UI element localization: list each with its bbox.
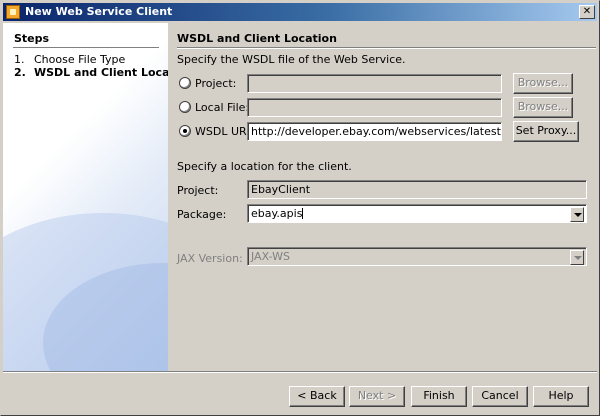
step-wsdl-and-client-location: 2. WSDL and Client Location: [14, 66, 168, 79]
cancel-button[interactable]: Cancel: [472, 386, 528, 407]
help-button[interactable]: Help: [533, 386, 589, 407]
project-radio-label: Project:: [195, 77, 237, 90]
steps-panel: Steps 1. Choose File Type 2. WSDL and Clie…: [3, 23, 168, 371]
project-browse-button[interactable]: Browse...: [513, 73, 573, 94]
client-instructions: Specify a location for the client.: [177, 160, 352, 173]
section-divider: [177, 47, 596, 49]
wsdl-url-field[interactable]: http://developer.ebay.com/webservices/la…: [247, 122, 502, 141]
dialog-window: New Web Service Client ✕ Steps 1. Choose …: [0, 0, 600, 416]
button-bar-divider: [3, 371, 597, 373]
client-project-field: EbayClient: [247, 180, 587, 199]
local-file-browse-button[interactable]: Browse...: [513, 97, 573, 118]
wsdl-url-radio[interactable]: [179, 125, 191, 137]
step-number: 2.: [14, 66, 26, 79]
netbeans-app-icon: [6, 5, 20, 19]
jax-version-combobox[interactable]: JAX-WS: [247, 247, 587, 266]
window-title: New Web Service Client: [25, 5, 173, 18]
step-number: 1.: [14, 53, 25, 66]
jax-version-label: JAX Version:: [177, 252, 243, 265]
close-icon[interactable]: ✕: [579, 5, 595, 19]
text-caret: [302, 208, 304, 219]
project-wsdl-field[interactable]: [247, 74, 502, 93]
step-label: WSDL and Client Location: [34, 66, 168, 79]
back-button[interactable]: < Back: [289, 386, 345, 407]
jax-dropdown-arrow-icon[interactable]: [570, 250, 584, 265]
step-label: Choose File Type: [34, 53, 126, 66]
package-dropdown-arrow-icon[interactable]: [570, 207, 584, 222]
finish-button[interactable]: Finish: [411, 386, 467, 407]
title-bar[interactable]: New Web Service Client ✕: [3, 3, 597, 21]
project-radio[interactable]: [179, 77, 191, 89]
content-panel: WSDL and Client Location Specify the WSD…: [168, 23, 598, 371]
next-button[interactable]: Next >: [349, 386, 405, 407]
package-combobox[interactable]: ebay.apis: [247, 204, 587, 223]
steps-heading: Steps: [14, 32, 50, 45]
package-value: ebay.apis: [251, 207, 303, 220]
local-file-radio-label: Local File:: [195, 101, 250, 114]
client-project-label: Project:: [177, 184, 219, 197]
step-choose-file-type: 1. Choose File Type: [14, 53, 125, 66]
local-file-radio[interactable]: [179, 101, 191, 113]
section-heading: WSDL and Client Location: [177, 32, 337, 45]
steps-divider: [13, 47, 159, 49]
package-label: Package:: [177, 208, 227, 221]
jax-version-value: JAX-WS: [251, 250, 290, 263]
wsdl-instructions: Specify the WSDL file of the Web Service…: [177, 53, 406, 66]
local-file-field[interactable]: [247, 98, 502, 117]
set-proxy-button[interactable]: Set Proxy...: [513, 121, 579, 142]
